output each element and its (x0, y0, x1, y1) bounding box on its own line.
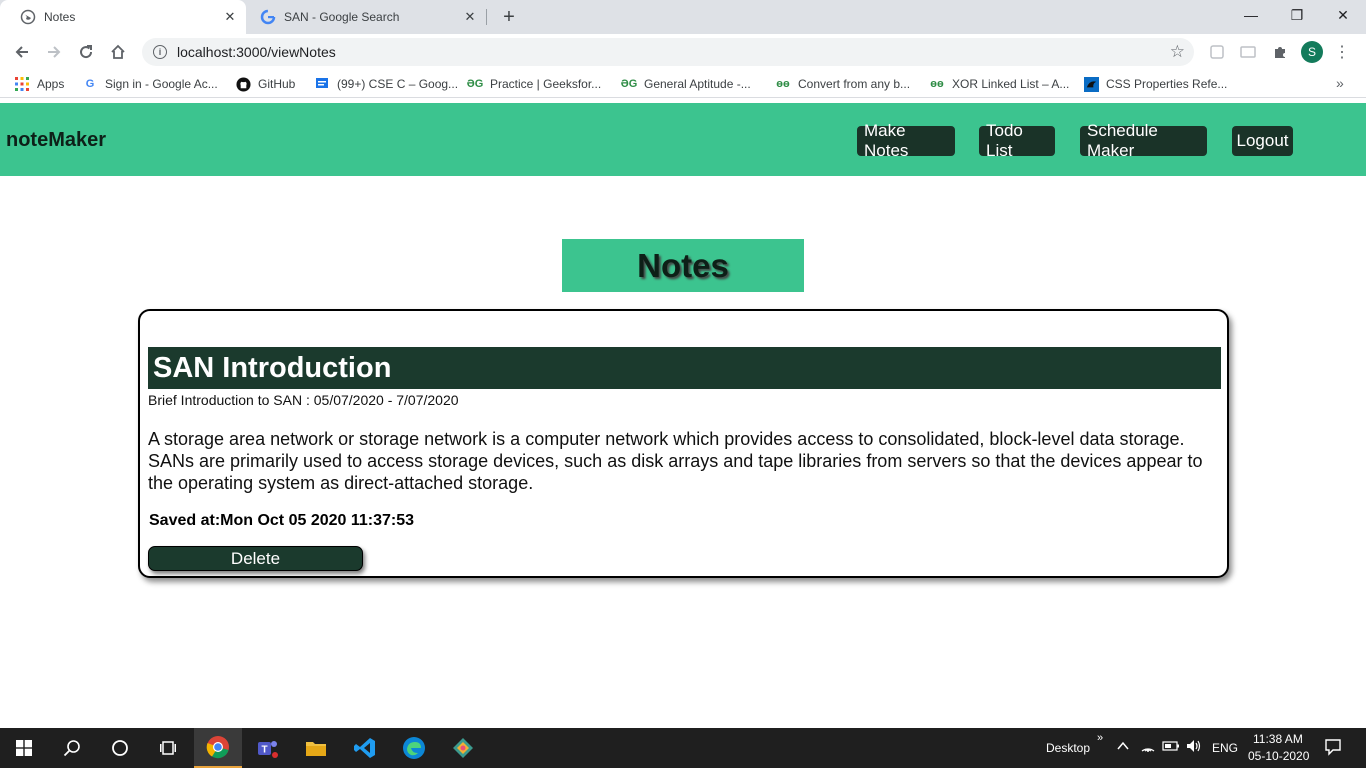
bookmark-label: GitHub (258, 77, 296, 91)
github-icon (235, 76, 251, 92)
extensions-puzzle-icon[interactable] (1270, 42, 1290, 62)
browser-toolbar: i localhost:3000/viewNotes ☆ S ⋮ (0, 34, 1366, 70)
menu-kebab-icon[interactable]: ⋮ (1334, 40, 1350, 64)
search-icon[interactable] (48, 728, 96, 768)
git-kraken-taskbar-icon[interactable] (439, 728, 487, 768)
home-button[interactable] (104, 38, 132, 66)
profile-avatar[interactable]: S (1301, 41, 1323, 63)
tab-title: Notes (44, 10, 76, 24)
bookmark-label: Sign in - Google Ac... (105, 77, 218, 91)
brand-logo[interactable]: noteMaker (6, 129, 106, 152)
bookmark-label: (99+) CSE C – Goog... (337, 77, 459, 91)
teams-taskbar-icon[interactable]: T (243, 728, 291, 768)
reload-button[interactable] (72, 38, 100, 66)
bookmark-xor-linked-list[interactable]: ɵɵ XOR Linked List – A... (929, 70, 1069, 98)
google-icon (260, 9, 276, 25)
reload-icon (80, 45, 93, 59)
geeksforgeeks-icon: ɵɵ (930, 78, 944, 90)
bookmark-label: General Aptitude -... (644, 77, 751, 91)
app-navbar: noteMaker Make Notes Todo List Schedule … (0, 103, 1366, 176)
more-bookmarks-chevron-icon[interactable]: » (1336, 75, 1344, 91)
notification-center-icon[interactable] (1324, 738, 1342, 759)
page-title: Notes (562, 239, 804, 292)
nav-logout[interactable]: Logout (1232, 126, 1293, 156)
globe-icon (20, 9, 36, 25)
clock-time[interactable]: 11:38 AM (1253, 732, 1303, 746)
nav-schedule-maker[interactable]: Schedule Maker (1080, 121, 1207, 160)
bookmark-geeks-practice[interactable]: ƏG Practice | Geeksfor... (467, 70, 601, 98)
new-tab-button[interactable]: + (497, 5, 521, 29)
close-tab-icon[interactable]: ✕ (462, 9, 478, 25)
bookmarks-bar: Apps G Sign in - Google Ac... GitHub (99… (0, 70, 1366, 98)
home-icon (111, 44, 125, 59)
tab-notes[interactable]: Notes ✕ (0, 0, 246, 34)
info-icon[interactable]: i (153, 45, 167, 59)
restore-button[interactable]: ❐ (1274, 0, 1320, 30)
nav-todo-list[interactable]: Todo List (979, 121, 1055, 160)
minimize-button[interactable]: — (1228, 0, 1274, 30)
svg-text:T: T (261, 745, 267, 756)
note-saved-timestamp: Saved at:Mon Oct 05 2020 11:37:53 (149, 512, 415, 529)
bird-icon (1083, 76, 1099, 92)
bookmark-apps[interactable]: Apps (14, 70, 64, 98)
forward-button[interactable] (40, 38, 68, 66)
bookmark-label: Practice | Geeksfor... (490, 77, 602, 91)
bookmark-google-signin[interactable]: G Sign in - Google Ac... (82, 70, 218, 98)
note-body: A storage area network or storage networ… (148, 429, 1203, 493)
bookmark-cse-chat[interactable]: (99+) CSE C – Goog... (314, 70, 458, 98)
geeksforgeeks-icon: ƏG (620, 78, 638, 90)
extension-screenshot-icon[interactable] (1238, 42, 1258, 62)
toolbar-expand-icon[interactable]: » (1097, 732, 1103, 744)
bookmark-convert-base[interactable]: ɵɵ Convert from any b... (775, 70, 910, 98)
desktop-toolbar-label[interactable]: Desktop (1046, 741, 1090, 755)
bookmark-label: CSS Properties Refe... (1106, 77, 1228, 91)
wifi-icon[interactable] (1140, 739, 1156, 756)
language-indicator[interactable]: ENG (1212, 741, 1238, 755)
bookmark-css-reference[interactable]: CSS Properties Refe... (1083, 70, 1227, 98)
bookmark-label: Apps (37, 77, 65, 91)
tab-separator (486, 9, 487, 25)
bookmark-label: XOR Linked List – A... (952, 77, 1070, 91)
note-title: SAN Introduction (148, 347, 1221, 389)
close-window-button[interactable]: ✕ (1320, 0, 1366, 30)
cortana-icon[interactable] (96, 728, 144, 768)
close-tab-icon[interactable]: ✕ (222, 9, 238, 25)
windows-start-icon[interactable] (0, 728, 48, 768)
chrome-taskbar-icon[interactable] (194, 728, 242, 768)
browser-tab-strip: Notes ✕ SAN - Google Search ✕ + — ❐ ✕ (0, 0, 1366, 34)
windows-taskbar: T Desktop » ENG 11:38 AM 05-10-2020 (0, 728, 1366, 768)
apps-grid-icon (14, 76, 30, 92)
arrow-right-icon (48, 46, 61, 58)
back-button[interactable] (8, 38, 36, 66)
file-explorer-taskbar-icon[interactable] (292, 728, 340, 768)
geeksforgeeks-icon: ƏG (466, 78, 484, 90)
volume-icon[interactable] (1186, 739, 1202, 756)
tab-title: SAN - Google Search (284, 10, 400, 24)
bookmark-general-aptitude[interactable]: ƏG General Aptitude -... (621, 70, 751, 98)
delete-button[interactable]: Delete (148, 546, 363, 571)
vscode-taskbar-icon[interactable] (341, 728, 389, 768)
nav-make-notes[interactable]: Make Notes (857, 121, 955, 160)
address-bar[interactable]: i localhost:3000/viewNotes ☆ (142, 38, 1194, 66)
edge-taskbar-icon[interactable] (390, 728, 438, 768)
url-text[interactable]: localhost:3000/viewNotes (177, 44, 1170, 60)
clock-date[interactable]: 05-10-2020 (1248, 749, 1309, 763)
note-subtitle: Brief Introduction to SAN : 05/07/2020 -… (148, 392, 459, 408)
battery-icon[interactable] (1162, 739, 1180, 756)
google-icon: G (85, 78, 95, 90)
geeksforgeeks-icon: ɵɵ (776, 78, 790, 90)
tab-google-search[interactable]: SAN - Google Search ✕ (240, 0, 486, 34)
bookmark-github[interactable]: GitHub (235, 70, 295, 98)
note-card: SAN Introduction Brief Introduction to S… (138, 309, 1229, 578)
task-view-icon[interactable] (144, 728, 192, 768)
chevron-up-icon[interactable] (1116, 739, 1130, 756)
extension-pocket-icon[interactable] (1207, 42, 1227, 62)
arrow-left-icon (15, 46, 28, 58)
chat-icon (314, 76, 330, 92)
bookmark-star-icon[interactable]: ☆ (1170, 42, 1185, 62)
bookmark-label: Convert from any b... (798, 77, 911, 91)
